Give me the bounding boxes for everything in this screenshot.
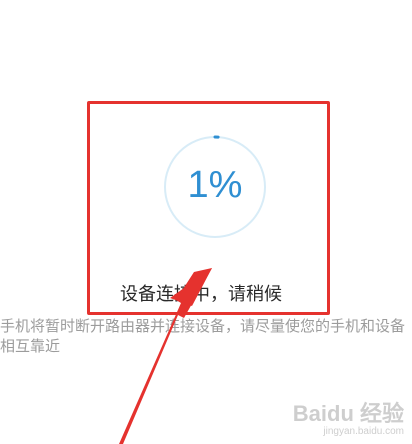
baidu-watermark: Baidu 经验 jingyan.baidu.com [293,402,404,438]
watermark-url: jingyan.baidu.com [323,426,404,437]
progress-percent: 1% [187,164,243,206]
proximity-hint: 手机将暂时断开路由器并连接设备，请尽量使您的手机和设备相互靠近 [0,317,406,355]
baidu-logo: Baidu 经验 [292,401,404,426]
connecting-status-label: 设备连接中，请稍候 [120,284,282,305]
